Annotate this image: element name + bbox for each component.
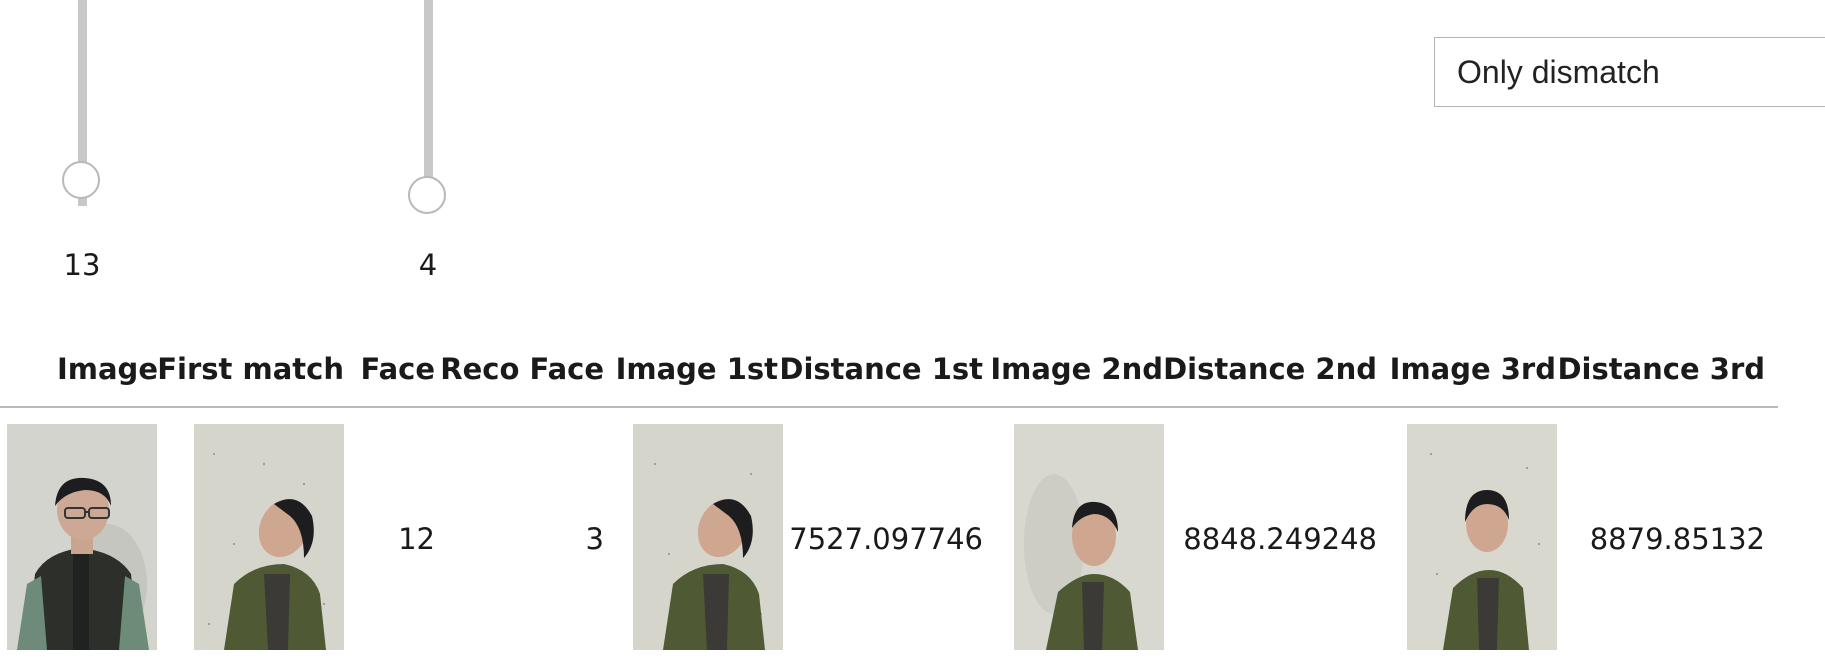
first-match-image [194,424,344,650]
slider-2-thumb[interactable] [408,176,446,214]
image-2nd [1014,424,1164,650]
header-image-1st: Image 1st [615,352,778,386]
slider-1-thumb[interactable] [62,161,100,199]
slider-2[interactable] [398,0,458,214]
header-face: Face [360,352,435,386]
results-table: Image First match Face Reco Face Image 1… [0,340,1778,670]
match-filter-select[interactable]: Only dismatch [1434,37,1825,107]
header-distance-2nd: Distance 2nd [1163,352,1377,386]
table-header-row: Image First match Face Reco Face Image 1… [0,340,1778,408]
reco-face-cell: 3 [585,522,604,556]
distance-2nd-cell: 8848.249248 [1183,522,1377,556]
header-distance-1st: Distance 1st [779,352,983,386]
distance-1st-cell: 7527.097746 [789,522,983,556]
image-3rd [1407,424,1557,650]
header-first-match: First match [157,352,344,386]
table-row: 12 3 7527.097746 8848.249248 8879.85132 [0,408,1778,670]
face-cell: 12 [398,522,435,556]
slider-1[interactable] [52,0,112,210]
header-distance-3rd: Distance 3rd [1557,352,1765,386]
header-image: Image [56,352,158,386]
slider-2-value: 4 [418,248,438,282]
header-reco-face: Reco Face [440,352,604,386]
header-image-3rd: Image 3rd [1389,352,1556,386]
distance-3rd-cell: 8879.85132 [1589,522,1765,556]
header-image-2nd: Image 2nd [990,352,1163,386]
match-filter-selected: Only dismatch [1457,53,1660,90]
image-1st [633,424,783,650]
slider-1-value: 13 [63,248,101,282]
slider-2-track[interactable] [424,0,433,192]
query-image [7,424,157,650]
